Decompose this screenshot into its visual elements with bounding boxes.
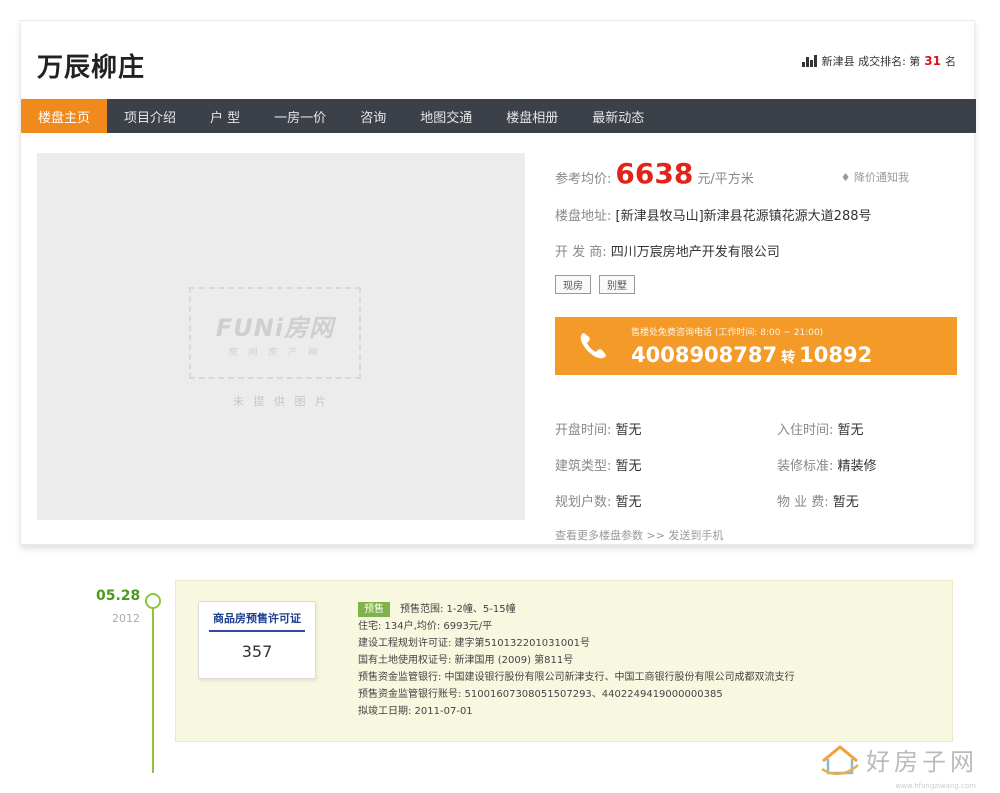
- address-row: 楼盘地址: [新津县牧马山]新津县花源镇花源大道288号: [555, 205, 872, 224]
- phone-extension: 10892: [799, 343, 873, 367]
- rank-suffix: 名: [945, 55, 956, 68]
- property-card: 万辰柳庄 新津县 成交排名: 第 31 名 楼盘主页 项目介绍 户 型 一房一价 咨…: [20, 20, 976, 545]
- property-fee-value: 暂无: [832, 495, 859, 510]
- phone-icon: [580, 333, 606, 359]
- info-grid-row-3: 规划户数: 暂无 物 业 费: 暂无: [555, 491, 957, 510]
- building-type-label: 建筑类型:: [555, 459, 612, 474]
- house-icon: [821, 744, 859, 775]
- developer-label: 开 发 商:: [555, 245, 607, 260]
- notify-label: 降价通知我: [854, 171, 909, 184]
- opening-value: 暂无: [615, 423, 642, 438]
- phone-banner[interactable]: 售楼处免费咨询电话 (工作时间: 8:00 ~ 21:00) 400890878…: [555, 317, 957, 375]
- detail-line: 住宅: 134户,均价: 6993元/平: [358, 621, 493, 632]
- timeline-dot: [145, 593, 161, 609]
- detail-line: 预售资金监管银行账号: 51001607308051507293、4402249…: [358, 689, 723, 700]
- tag-ready-house[interactable]: 现房: [555, 275, 591, 294]
- households-label: 规划户数:: [555, 495, 612, 510]
- nav-tab-consult[interactable]: 咨询: [343, 99, 403, 133]
- detail-line: 拟竣工日期: 2011-07-01: [358, 706, 473, 717]
- tag-row: 现房 别墅: [555, 275, 643, 294]
- nav-tab-home[interactable]: 楼盘主页: [21, 99, 108, 133]
- funi-logo: FUNi房网 房 网 房 产 网: [189, 287, 361, 379]
- decoration-value: 精装修: [837, 459, 877, 474]
- developer-row: 开 发 商: 四川万宸房地产开发有限公司: [555, 241, 780, 260]
- property-fee-label: 物 业 费:: [777, 495, 829, 510]
- watermark: 好房子网: [820, 742, 978, 777]
- detail-line: 国有土地使用权证号: 新津国用 (2009) 第811号: [358, 655, 574, 666]
- tag-villa[interactable]: 别墅: [599, 275, 635, 294]
- more-params-link[interactable]: 查看更多楼盘参数: [555, 529, 643, 542]
- cert-title: 商品房预售许可证: [209, 610, 305, 632]
- bar-chart-icon: [801, 55, 818, 67]
- logo-sub-text: 房 网 房 产 网: [228, 348, 322, 358]
- nav-tab-floorplan[interactable]: 户 型: [193, 99, 257, 133]
- info-grid-row-2: 建筑类型: 暂无 装修标准: 精装修: [555, 455, 957, 474]
- households-value: 暂无: [615, 495, 642, 510]
- permit-details: 预售 预售范围: 1-2幢、5-15幢 住宅: 134户,均价: 6993元/平 …: [358, 601, 795, 720]
- phone-number: 4008908787: [631, 343, 778, 367]
- price-row: 参考均价: 6638 元/平方米: [555, 157, 754, 190]
- price-value: 6638: [615, 157, 694, 190]
- decoration-label: 装修标准:: [777, 459, 834, 474]
- watermark-text: 好房子网: [866, 748, 978, 776]
- cert-number: 357: [241, 642, 273, 661]
- rank-prefix: 新津县 成交排名: 第: [821, 55, 921, 68]
- move-in-label: 入住时间:: [777, 423, 834, 438]
- sales-rank[interactable]: 新津县 成交排名: 第 31 名: [801, 53, 956, 69]
- presale-header: 预售 预售范围: 1-2幢、5-15幢: [358, 601, 795, 618]
- address-value: [新津县牧马山]新津县花源镇花源大道288号: [615, 209, 872, 224]
- timeline-date: 05.28: [96, 588, 141, 604]
- permit-certificate[interactable]: 商品房预售许可证 357: [198, 601, 316, 679]
- detail-line: 建设工程规划许可证: 建字第510132201031001号: [358, 638, 590, 649]
- developer-value: 四川万宸房地产开发有限公司: [610, 245, 780, 260]
- detail-line: 预售资金监管银行: 中国建设银行股份有限公司新津支行、中国工商银行股份有限公司成…: [358, 672, 795, 683]
- nav-tab-map[interactable]: 地图交通: [403, 99, 489, 133]
- send-to-phone-link[interactable]: >> 发送到手机: [647, 529, 724, 542]
- timeline-year: 2012: [112, 612, 140, 625]
- info-grid-row-1: 开盘时间: 暂无 入住时间: 暂无: [555, 419, 957, 438]
- presale-badge: 预售: [358, 602, 390, 617]
- opening-label: 开盘时间:: [555, 423, 612, 438]
- price-unit: 元/平方米: [697, 172, 754, 187]
- presale-permit-card: 商品房预售许可证 357 预售 预售范围: 1-2幢、5-15幢 住宅: 134户…: [175, 580, 953, 742]
- watermark-url: www.hfangziwang.com: [895, 782, 976, 790]
- nav-tab-unit-price[interactable]: 一房一价: [257, 99, 343, 133]
- property-photo-placeholder[interactable]: FUNi房网 房 网 房 产 网 未 提 供 图 片: [37, 153, 525, 520]
- address-label: 楼盘地址:: [555, 209, 612, 224]
- rank-number: 31: [924, 54, 941, 68]
- nav-tab-project[interactable]: 项目介绍: [107, 99, 193, 133]
- phone-number-line: 4008908787 转 10892: [631, 343, 872, 367]
- nav-tab-news[interactable]: 最新动态: [575, 99, 661, 133]
- page-title: 万辰柳庄: [37, 53, 146, 83]
- timeline-line: [152, 600, 154, 773]
- phone-hours-note: 售楼处免费咨询电话 (工作时间: 8:00 ~ 21:00): [631, 328, 824, 338]
- bell-icon: ♦: [840, 171, 851, 184]
- more-links: 查看更多楼盘参数 >> 发送到手机: [555, 527, 723, 543]
- price-label: 参考均价:: [555, 172, 612, 187]
- phone-transfer-text: 转: [781, 350, 796, 366]
- move-in-value: 暂无: [837, 423, 864, 438]
- main-nav: 楼盘主页 项目介绍 户 型 一房一价 咨询 地图交通 楼盘相册 最新动态: [21, 99, 976, 133]
- building-type-value: 暂无: [615, 459, 642, 474]
- nav-tab-album[interactable]: 楼盘相册: [489, 99, 575, 133]
- presale-range: 预售范围: 1-2幢、5-15幢: [400, 604, 516, 615]
- no-photo-text: 未 提 供 图 片: [233, 395, 329, 408]
- logo-main-text: FUNi房网: [215, 314, 335, 342]
- price-drop-notify[interactable]: ♦ 降价通知我: [841, 169, 909, 185]
